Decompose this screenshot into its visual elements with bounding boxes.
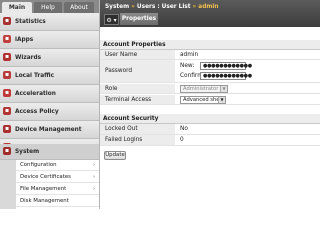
breadcrumb-separator: » bbox=[131, 4, 135, 10]
submenu-item-label: Disk Management bbox=[20, 198, 69, 204]
tab-about[interactable]: About bbox=[64, 2, 94, 13]
breadcrumb-user-list[interactable]: Users : User List bbox=[137, 4, 191, 10]
statistics-icon: ▪ bbox=[3, 17, 11, 25]
system-submenu: Configuration › Device Certificates › Fi… bbox=[16, 160, 99, 209]
user-name-label: User Name bbox=[100, 50, 175, 59]
sidebar-item-label: Wizards bbox=[15, 55, 42, 61]
role-select-value: Administrator bbox=[183, 86, 219, 92]
failed-logins-value: 0 bbox=[180, 137, 184, 143]
wizards-icon: ▪ bbox=[3, 53, 11, 61]
new-password-label: New: bbox=[180, 63, 195, 69]
device-management-icon: ▪ bbox=[3, 125, 11, 133]
submenu-item-label: Configuration bbox=[20, 162, 57, 168]
row-terminal-access: Terminal Access Advanced shell ▼ bbox=[100, 95, 320, 105]
submenu-item-configuration[interactable]: Configuration › bbox=[16, 160, 99, 171]
password-label: Password bbox=[100, 60, 175, 82]
sidebar-item-label: Access Policy bbox=[15, 109, 59, 115]
row-role: Role Administrator ▼ bbox=[100, 84, 320, 94]
locked-out-value: No bbox=[180, 126, 188, 132]
locked-out-label: Locked Out bbox=[100, 124, 175, 134]
row-user-name: User Name admin bbox=[100, 50, 320, 60]
sidebar-item-local-traffic[interactable]: ▪ Local Traffic bbox=[0, 67, 99, 85]
chevron-down-icon: ▼ bbox=[218, 97, 225, 103]
confirm-password-label: Confirm: bbox=[180, 73, 205, 79]
user-name-value: admin bbox=[180, 51, 199, 58]
sidebar-item-label: iApps bbox=[15, 37, 34, 43]
submenu-item-label: File Management bbox=[20, 186, 67, 192]
chevron-right-icon: › bbox=[93, 174, 95, 180]
sidebar-item-access-policy[interactable]: ▪ Access Policy bbox=[0, 103, 99, 121]
system-icon: ▪ bbox=[3, 147, 11, 155]
terminal-access-label: Terminal Access bbox=[100, 95, 175, 104]
sidebar-item-label: Statistics bbox=[15, 19, 46, 25]
breadcrumb: System» Users : User List» admin bbox=[105, 2, 219, 12]
sidebar-item-system[interactable]: ▪ System bbox=[0, 144, 99, 160]
section-account-properties: Account Properties bbox=[100, 40, 320, 50]
gear-menu-button[interactable]: ⚙ ▾ bbox=[104, 14, 119, 25]
update-button[interactable]: Update bbox=[104, 151, 126, 160]
role-select[interactable]: Administrator ▼ bbox=[180, 85, 228, 93]
sidebar-item-label: System bbox=[15, 149, 40, 155]
new-password-input[interactable]: ●●●●●●●●●●●● bbox=[200, 62, 252, 70]
role-label: Role bbox=[100, 84, 175, 93]
sidebar-item-statistics[interactable]: ▪ Statistics bbox=[0, 13, 99, 31]
local-traffic-icon: ▪ bbox=[3, 71, 11, 79]
sidebar-item-wizards[interactable]: ▪ Wizards bbox=[0, 49, 99, 67]
breadcrumb-system[interactable]: System bbox=[105, 4, 129, 10]
row-failed-logins: Failed Logins 0 bbox=[100, 135, 320, 146]
section-account-security: Account Security bbox=[100, 114, 320, 124]
tab-help[interactable]: Help bbox=[34, 2, 62, 13]
sidebar-item-label: Device Management bbox=[15, 127, 82, 133]
sidebar-item-acceleration[interactable]: ▪ Acceleration bbox=[0, 85, 99, 103]
tab-main[interactable]: Main bbox=[2, 2, 32, 13]
sidebar-item-device-management[interactable]: ▪ Device Management bbox=[0, 121, 99, 139]
terminal-access-select-value: Advanced shell bbox=[183, 97, 223, 103]
sidebar-item-label: Local Traffic bbox=[15, 73, 55, 79]
confirm-password-input[interactable]: ●●●●●●●●●●●● bbox=[200, 72, 252, 80]
acceleration-icon: ▪ bbox=[3, 89, 11, 97]
sidebar-tabs: Main Help About bbox=[0, 0, 99, 13]
access-policy-icon: ▪ bbox=[3, 107, 11, 115]
iapps-icon: ▪ bbox=[3, 35, 11, 43]
submenu-item-device-certificates[interactable]: Device Certificates › bbox=[16, 172, 99, 183]
sidebar: Main Help About ▪ Statistics ▪ iApps ▪ W… bbox=[0, 0, 100, 209]
sidebar-item-iapps[interactable]: ▪ iApps bbox=[0, 31, 99, 49]
main-content: Account Properties User Name admin Passw… bbox=[100, 27, 320, 209]
row-password: Password New: ●●●●●●●●●●●● Confirm: ●●●●… bbox=[100, 60, 320, 83]
chevron-right-icon: › bbox=[93, 162, 95, 168]
breadcrumb-separator: » bbox=[192, 4, 197, 10]
submenu-item-label: Device Certificates bbox=[20, 174, 71, 180]
submenu-item-disk-management[interactable]: Disk Management bbox=[16, 196, 99, 207]
sidebar-item-label: Acceleration bbox=[15, 91, 56, 97]
submenu-item-file-management[interactable]: File Management › bbox=[16, 184, 99, 195]
tab-properties[interactable]: Properties bbox=[120, 13, 158, 25]
breadcrumb-current: admin bbox=[198, 4, 219, 10]
row-locked-out: Locked Out No bbox=[100, 124, 320, 135]
page-header: System» Users : User List» admin ⚙ ▾ Prope… bbox=[100, 0, 320, 27]
terminal-access-select[interactable]: Advanced shell ▼ bbox=[180, 96, 226, 104]
failed-logins-label: Failed Logins bbox=[100, 135, 175, 145]
chevron-right-icon: › bbox=[93, 186, 95, 192]
chevron-down-icon: ▼ bbox=[220, 86, 227, 92]
